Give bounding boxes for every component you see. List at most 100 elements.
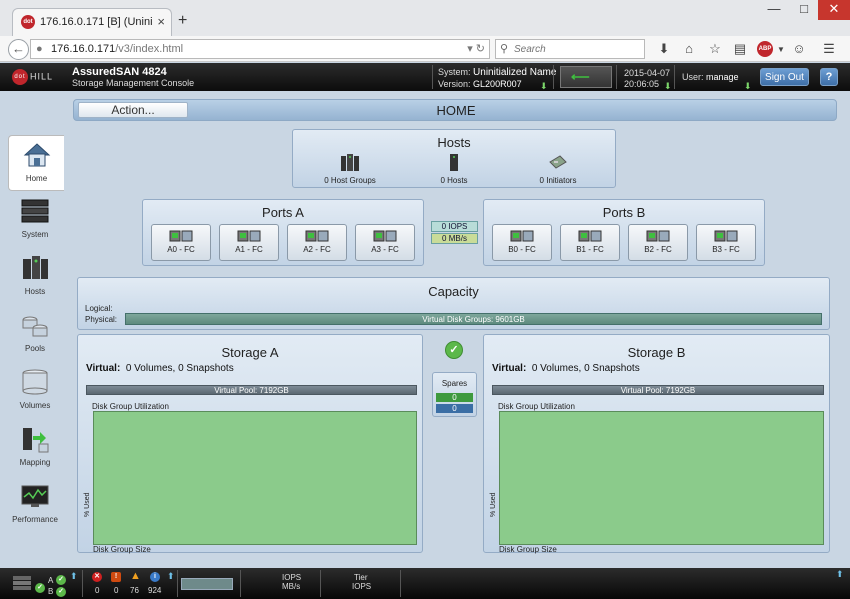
storage-b-y-label: % Used — [490, 492, 497, 517]
header-divider — [674, 65, 675, 89]
enclosure-icon[interactable]: ⟵ — [560, 66, 612, 88]
sign-out-button[interactable]: Sign Out — [760, 68, 809, 86]
initiators-item[interactable]: 0 Initiators — [523, 152, 593, 185]
iops-indicator: 0 IOPS — [431, 221, 478, 232]
sidebar-item-volumes[interactable]: Volumes — [8, 363, 62, 419]
browser-search-input[interactable] — [514, 42, 639, 56]
app-header: dot HILL AssuredSAN 4824 Storage Manageme… — [0, 63, 850, 91]
sidebar-item-mapping[interactable]: Mapping — [8, 420, 62, 476]
spares-panel[interactable]: Spares 0 0 — [432, 372, 477, 417]
storage-b-panel[interactable]: Storage B Virtual: 0 Volumes, 0 Snapshot… — [483, 334, 830, 554]
storage-b-dg-chart[interactable] — [499, 411, 824, 545]
home-browser-icon[interactable]: ⌂ — [680, 41, 698, 57]
port-b3[interactable]: B3 - FC — [696, 224, 756, 261]
storage-a-pool-bar[interactable]: Virtual Pool: 7192GB — [86, 385, 417, 395]
footer-expand-icon[interactable]: ⬆ — [836, 569, 844, 580]
physical-capacity-bar[interactable]: Virtual Disk Groups: 9601GB — [125, 313, 822, 325]
system-name[interactable]: System: Uninitialized Name — [438, 67, 556, 78]
download-icon[interactable]: ⬇ — [655, 41, 673, 57]
host-groups-item[interactable]: 0 Host Groups — [315, 152, 385, 185]
port-b1[interactable]: B1 - FC — [560, 224, 620, 261]
storage-a-dg-chart[interactable] — [93, 411, 417, 545]
url-bar[interactable]: ● 176.16.0.171/v3/index.html ▾ ↻ — [30, 39, 490, 59]
performance-sparkline[interactable] — [181, 578, 233, 590]
back-arrow-icon[interactable]: ← — [8, 39, 29, 60]
fc-port-icon — [237, 230, 261, 242]
reload-icon[interactable]: ▾ ↻ — [467, 42, 485, 55]
smiley-icon[interactable]: ☺ — [790, 41, 808, 57]
initiator-icon — [549, 155, 567, 169]
error-icon[interactable]: ! — [111, 572, 121, 582]
footer-divider — [177, 570, 178, 597]
fc-port-icon — [169, 230, 193, 242]
critical-icon[interactable]: ✕ — [92, 572, 102, 582]
info-icon[interactable]: i — [150, 572, 160, 582]
reading-list-icon[interactable]: ▤ — [731, 41, 749, 57]
storage-a-panel[interactable]: Storage A Virtual: 0 Volumes, 0 Snapshot… — [77, 334, 423, 554]
ports-a-panel[interactable]: Ports A A0 - FC A1 - FC A2 - FC A3 - FC — [142, 199, 424, 266]
window-minimize-icon[interactable]: — — [760, 0, 788, 20]
port-b0[interactable]: B0 - FC — [492, 224, 552, 261]
events-expand-icon[interactable]: ⬆ — [167, 571, 175, 582]
sidebar-item-label: Mapping — [19, 458, 51, 467]
hosts-item[interactable]: 0 Hosts — [419, 152, 489, 185]
perf-iops-label: IOPS — [282, 573, 302, 582]
footer-divider — [82, 570, 83, 597]
controller-a-label: A — [48, 576, 54, 585]
host-icon — [450, 154, 458, 171]
ports-b-panel[interactable]: Ports B B0 - FC B1 - FC B2 - FC B3 - FC — [483, 199, 765, 266]
help-icon[interactable]: ? — [820, 68, 838, 86]
search-icon: ⚲ — [500, 43, 509, 55]
browser-tab[interactable]: dot 176.16.0.171 [B] (Uninitializ… × — [12, 8, 172, 36]
port-a3[interactable]: A3 - FC — [355, 224, 415, 261]
port-a0[interactable]: A0 - FC — [151, 224, 211, 261]
spares-title: Spares — [441, 379, 468, 388]
sidebar-item-pools[interactable]: Pools — [8, 306, 62, 362]
port-b2[interactable]: B2 - FC — [628, 224, 688, 261]
chevron-down-icon[interactable]: ▼ — [772, 45, 790, 61]
sidebar-item-label: System — [21, 230, 49, 239]
port-a2[interactable]: A2 - FC — [287, 224, 347, 261]
storage-a-y-label: % Used — [84, 492, 91, 517]
new-tab-icon[interactable]: + — [178, 12, 187, 30]
hosts-panel[interactable]: Hosts 0 Host Groups 0 Hosts 0 Initiators — [292, 129, 616, 188]
version-info: Version: GL200R007 — [438, 79, 522, 89]
sidebar-item-hosts[interactable]: Hosts — [8, 249, 62, 305]
product-name: AssuredSAN 4824 — [72, 66, 167, 78]
storage-a-title: Storage A — [221, 345, 279, 360]
controller-b-label: B — [48, 587, 54, 596]
fc-port-icon — [714, 230, 738, 242]
menu-icon[interactable]: ☰ — [820, 41, 838, 57]
enclosure-status-icon[interactable] — [12, 574, 32, 592]
home-title-bar: HOME Action... — [73, 99, 837, 121]
bookmark-star-icon[interactable]: ☆ — [706, 41, 724, 57]
system-icon — [21, 199, 49, 223]
datetime-expand-icon[interactable]: ⬇ — [664, 81, 672, 92]
sidebar-item-system[interactable]: System — [8, 192, 62, 248]
controller-expand-icon[interactable]: ⬆ — [70, 571, 78, 582]
action-button[interactable]: Action... — [78, 102, 188, 118]
dothill-logo: dot HILL — [12, 69, 53, 85]
fc-port-icon — [510, 230, 534, 242]
storage-b-pool-bar[interactable]: Virtual Pool: 7192GB — [492, 385, 824, 395]
warning-icon[interactable]: ▲ — [130, 570, 141, 582]
performance-icon — [21, 485, 49, 507]
user-expand-icon[interactable]: ⬇ — [744, 81, 752, 92]
dothill-favicon-icon: dot — [21, 15, 35, 29]
adblock-icon[interactable]: ABP — [757, 41, 773, 57]
spares-blue-count: 0 — [436, 404, 473, 413]
browser-nav-bar: ← ● 176.16.0.171/v3/index.html ▾ ↻ ⚲ ⬇ ⌂… — [0, 36, 850, 62]
page-title: HOME — [436, 103, 476, 118]
window-maximize-icon[interactable]: □ — [790, 0, 818, 20]
system-expand-icon[interactable]: ⬇ — [540, 81, 548, 92]
browser-search-box[interactable]: ⚲ — [495, 39, 645, 59]
sidebar-item-label: Home — [25, 174, 48, 183]
host-groups-icon — [341, 154, 359, 171]
sidebar-item-performance[interactable]: Performance — [8, 477, 62, 533]
dothill-logo-mark: dot — [12, 69, 28, 85]
tab-close-icon[interactable]: × — [157, 14, 165, 29]
port-a1[interactable]: A1 - FC — [219, 224, 279, 261]
header-divider — [616, 65, 617, 89]
window-close-icon[interactable]: ✕ — [818, 0, 850, 20]
sidebar-item-home[interactable]: Home — [8, 135, 64, 191]
